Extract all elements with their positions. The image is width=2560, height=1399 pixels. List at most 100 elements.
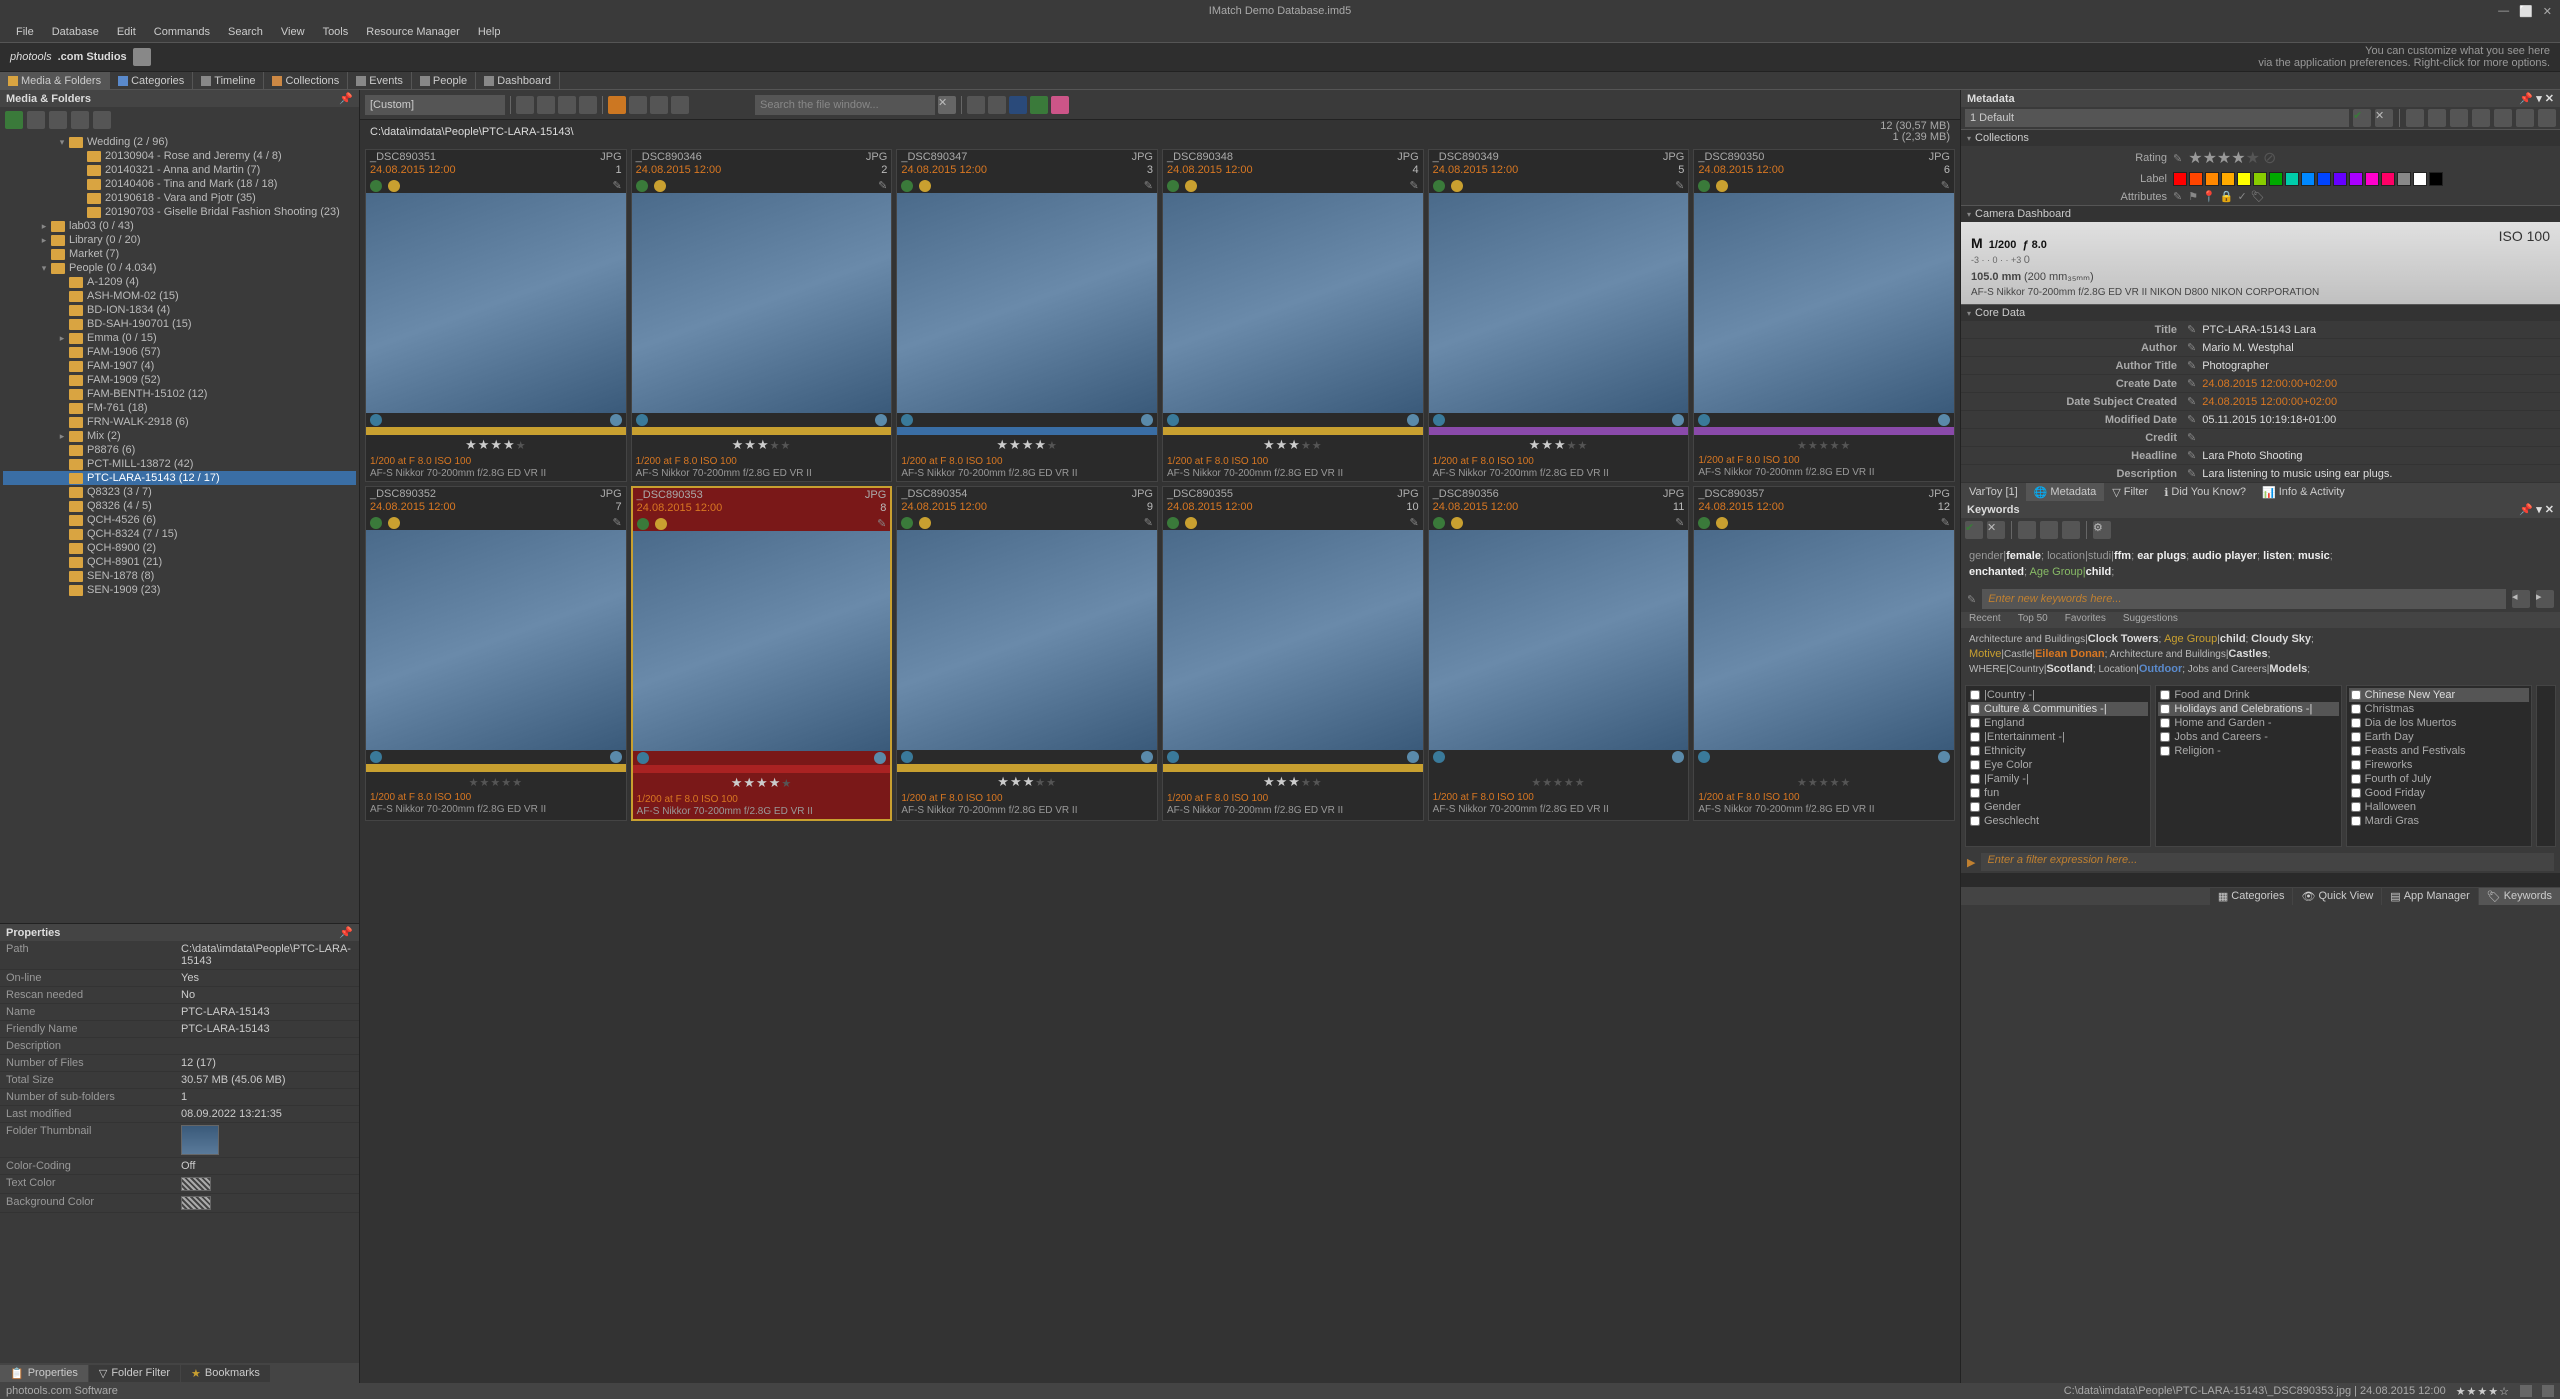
keyword-checkbox[interactable] bbox=[1970, 802, 1980, 812]
tag-icon[interactable]: 🏷 bbox=[2251, 190, 2265, 203]
tab-media-folders[interactable]: Media & Folders bbox=[0, 72, 110, 89]
keyword-checkbox[interactable] bbox=[2351, 760, 2361, 770]
tree-item[interactable]: 20190618 - Vara and Pjotr (35) bbox=[3, 191, 356, 205]
view-button-2[interactable] bbox=[537, 96, 555, 114]
menu-resource-manager[interactable]: Resource Manager bbox=[358, 24, 468, 40]
kw-nav-next[interactable]: ▸ bbox=[2536, 590, 2554, 608]
tree-item[interactable]: ▸Mix (2) bbox=[3, 429, 356, 443]
keyword-checkbox[interactable] bbox=[2351, 746, 2361, 756]
tree-item[interactable]: FAM-1909 (52) bbox=[3, 373, 356, 387]
thumbnail-cell[interactable]: _DSC890353JPG 24.08.2015 12:008 ✎ ★★★★★ … bbox=[631, 486, 893, 821]
keyword-column[interactable]: Food and DrinkHolidays and Celebrations … bbox=[2155, 685, 2341, 847]
menu-search[interactable]: Search bbox=[220, 24, 271, 40]
keyword-checkbox[interactable] bbox=[2351, 704, 2361, 714]
tree-item[interactable]: FAM-BENTH-15102 (12) bbox=[3, 387, 356, 401]
sb-tab-quickview[interactable]: 👁Quick View bbox=[2293, 888, 2381, 905]
sort-button[interactable] bbox=[579, 96, 597, 114]
keyword-checkbox[interactable] bbox=[1970, 732, 1980, 742]
tab-favorites[interactable]: Favorites bbox=[2057, 612, 2114, 628]
keyword-checkbox[interactable] bbox=[2351, 732, 2361, 742]
section-camera-dashboard[interactable]: Camera Dashboard bbox=[1961, 205, 2560, 222]
color-swatch[interactable] bbox=[2189, 172, 2203, 186]
forward-button[interactable] bbox=[93, 111, 111, 129]
keyword-checkbox[interactable] bbox=[2160, 732, 2170, 742]
color-swatch[interactable] bbox=[2381, 172, 2395, 186]
thumbnail-cell[interactable]: _DSC890356JPG 24.08.2015 12:0011 ✎ ★★★★★… bbox=[1428, 486, 1690, 821]
search-clear-button[interactable]: ✕ bbox=[938, 96, 956, 114]
color-swatch[interactable] bbox=[2237, 172, 2251, 186]
kw-apply-button[interactable]: ✔ bbox=[1965, 521, 1983, 539]
add-folder-button[interactable] bbox=[5, 111, 23, 129]
keyword-checkbox[interactable] bbox=[1970, 774, 1980, 784]
tree-item[interactable]: PCT-MILL-13872 (42) bbox=[3, 457, 356, 471]
keyword-filter-input[interactable]: Enter a filter expression here... bbox=[1981, 853, 2554, 871]
keyword-list-item[interactable]: Mardi Gras bbox=[2349, 814, 2529, 828]
thumbnail-cell[interactable]: _DSC890349JPG 24.08.2015 12:005 ✎ ★★★★★ … bbox=[1428, 149, 1690, 482]
tool-button-2[interactable] bbox=[2472, 109, 2490, 127]
label-color-swatches[interactable] bbox=[2173, 172, 2443, 186]
keyword-list-item[interactable]: Earth Day bbox=[2349, 730, 2529, 744]
status-icon-1[interactable] bbox=[2520, 1385, 2532, 1397]
keyword-list-item[interactable]: Halloween bbox=[2349, 800, 2529, 814]
thumbnail-cell[interactable]: _DSC890354JPG 24.08.2015 12:009 ✎ ★★★★★ … bbox=[896, 486, 1158, 821]
tree-item[interactable]: 20140321 - Anna and Martin (7) bbox=[3, 163, 356, 177]
thumbnail-cell[interactable]: _DSC890351JPG 24.08.2015 12:001 ✎ ★★★★★ … bbox=[365, 149, 627, 482]
photoshop-button[interactable] bbox=[1009, 96, 1027, 114]
tree-item[interactable]: QCH-4526 (6) bbox=[3, 513, 356, 527]
keyword-list-item[interactable]: Ethnicity bbox=[1968, 744, 2148, 758]
menu-database[interactable]: Database bbox=[44, 24, 107, 40]
ruler-button[interactable] bbox=[650, 96, 668, 114]
maximize-icon[interactable]: ⬜ bbox=[2519, 5, 2533, 18]
copy-button[interactable] bbox=[2406, 109, 2424, 127]
layout-combo[interactable]: [Custom] bbox=[365, 95, 505, 115]
core-data-row[interactable]: Create Date✎24.08.2015 12:00:00+02:00 bbox=[1961, 375, 2560, 393]
keyword-list-item[interactable]: Geschlecht bbox=[1968, 814, 2148, 828]
keyword-list-item[interactable]: Holidays and Celebrations -| bbox=[2158, 702, 2338, 716]
pencil-icon[interactable]: ✎ bbox=[2173, 152, 2182, 165]
color-swatch[interactable] bbox=[2285, 172, 2299, 186]
flag-icon[interactable]: ⚑ bbox=[2188, 190, 2198, 203]
tab-people[interactable]: People bbox=[412, 72, 476, 89]
tag-button[interactable] bbox=[608, 96, 626, 114]
metadata-layout-combo[interactable]: 1 Default bbox=[1965, 109, 2349, 127]
core-data-row[interactable]: Description✎Lara listening to music usin… bbox=[1961, 465, 2560, 483]
keyword-list-item[interactable]: Dia de los Muertos bbox=[2349, 716, 2529, 730]
tab-properties[interactable]: 📋Properties bbox=[0, 1365, 88, 1382]
keyword-column[interactable]: |Country -|Culture & Communities -|Engla… bbox=[1965, 685, 2151, 847]
tab-timeline[interactable]: Timeline bbox=[193, 72, 264, 89]
tree-item[interactable]: SEN-1878 (8) bbox=[3, 569, 356, 583]
core-data-row[interactable]: Title✎PTC-LARA-15143 Lara bbox=[1961, 321, 2560, 339]
menu-edit[interactable]: Edit bbox=[109, 24, 144, 40]
view-button-3[interactable] bbox=[558, 96, 576, 114]
color-swatch[interactable] bbox=[2365, 172, 2379, 186]
keyword-checkbox[interactable] bbox=[2351, 718, 2361, 728]
lock-icon[interactable]: 🔒 bbox=[2220, 190, 2234, 203]
tree-item[interactable]: FRN-WALK-2918 (6) bbox=[3, 415, 356, 429]
color-swatch[interactable] bbox=[2221, 172, 2235, 186]
tree-item[interactable]: BD-SAH-190701 (15) bbox=[3, 317, 356, 331]
breadcrumb-path[interactable]: C:\data\imdata\People\PTC-LARA-15143\ bbox=[370, 126, 574, 138]
folder-tree[interactable]: ▾Wedding (2 / 96)20130904 - Rose and Jer… bbox=[0, 133, 359, 923]
arrow-icon[interactable]: ▾ bbox=[2536, 504, 2542, 516]
keyword-checkbox[interactable] bbox=[2351, 788, 2361, 798]
app-button-1[interactable] bbox=[967, 96, 985, 114]
keyword-checkbox[interactable] bbox=[1970, 718, 1980, 728]
keyword-list-item[interactable]: Feasts and Festivals bbox=[2349, 744, 2529, 758]
keyword-list-item[interactable]: Food and Drink bbox=[2158, 688, 2338, 702]
horizontal-scrollbar[interactable] bbox=[1961, 873, 2560, 887]
tree-item[interactable]: ASH-MOM-02 (15) bbox=[3, 289, 356, 303]
keyword-checkbox[interactable] bbox=[2160, 746, 2170, 756]
menu-help[interactable]: Help bbox=[470, 24, 509, 40]
menu-view[interactable]: View bbox=[273, 24, 313, 40]
keyword-checkbox[interactable] bbox=[2160, 718, 2170, 728]
tab-categories[interactable]: Categories bbox=[110, 72, 193, 89]
back-button[interactable] bbox=[71, 111, 89, 129]
keyword-checkbox[interactable] bbox=[1970, 690, 1980, 700]
tree-item[interactable]: BD-ION-1834 (4) bbox=[3, 303, 356, 317]
kw-gear-button[interactable]: ⚙ bbox=[2093, 521, 2111, 539]
tree-item[interactable]: Market (7) bbox=[3, 247, 356, 261]
pencil-icon[interactable]: ✎ bbox=[2173, 190, 2182, 203]
tab-vartoy[interactable]: VarToy [1] bbox=[1961, 483, 2026, 501]
keyword-list-item[interactable]: Christmas bbox=[2349, 702, 2529, 716]
color-swatch[interactable] bbox=[2205, 172, 2219, 186]
